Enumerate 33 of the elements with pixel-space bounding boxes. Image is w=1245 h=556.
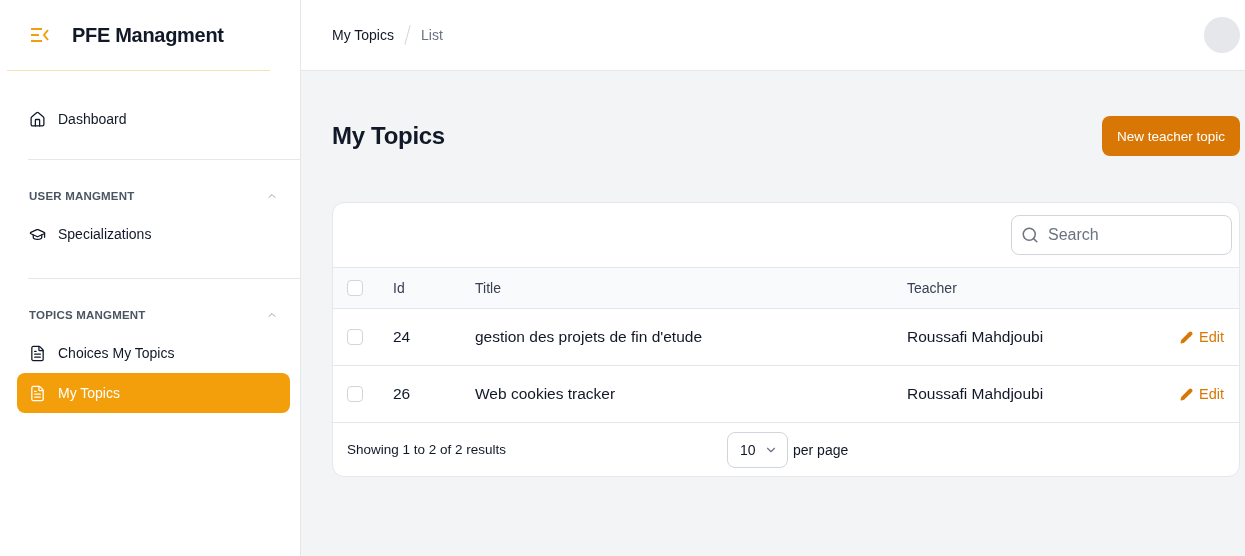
group-label: USER MANGMENT — [29, 190, 135, 202]
per-page-select[interactable]: 10 — [727, 431, 788, 468]
breadcrumb-link[interactable]: My Topics — [332, 27, 394, 43]
sidebar-item[interactable]: Dashboard — [17, 99, 290, 139]
group-label: TOPICS MANGMENT — [29, 309, 146, 321]
column-header: Id — [393, 280, 406, 296]
column-header: Teacher — [907, 280, 958, 296]
select-all-checkbox[interactable] — [347, 280, 363, 296]
per-page-label: per page — [793, 441, 849, 458]
table-cell-text: Roussafi Mahdjoubi — [907, 385, 1045, 403]
column-header: Title — [475, 280, 502, 296]
document-icon — [29, 344, 46, 362]
table-cell-text: 26 — [393, 385, 412, 403]
page-title: My Topics — [332, 122, 445, 150]
row-checkbox[interactable] — [347, 329, 363, 345]
search-field[interactable]: Search — [1011, 215, 1232, 255]
pencil-icon — [1180, 387, 1193, 401]
home-icon — [29, 110, 46, 128]
menu-icon[interactable] — [30, 27, 50, 43]
sidebar-item[interactable]: Specializations — [17, 214, 290, 254]
breadcrumb-link[interactable]: List — [421, 27, 443, 43]
user-avatar[interactable] — [1204, 17, 1240, 53]
document-icon — [29, 384, 46, 402]
results-summary: Showing 1 to 2 of 2 results — [347, 442, 508, 457]
table-cell-text: Web cookies tracker — [475, 385, 617, 403]
table-cell-text: 24 — [393, 328, 412, 346]
table-cell-text: gestion des projets de fin d'etude — [475, 328, 703, 346]
sidebar-item[interactable]: Choices My Topics — [17, 333, 290, 373]
search-icon — [1021, 226, 1039, 244]
app-title: PFE Managment — [72, 23, 224, 47]
pencil-icon — [1180, 330, 1193, 344]
row-checkbox[interactable] — [347, 386, 363, 402]
table-cell-text: Roussafi Mahdjoubi — [907, 328, 1045, 346]
